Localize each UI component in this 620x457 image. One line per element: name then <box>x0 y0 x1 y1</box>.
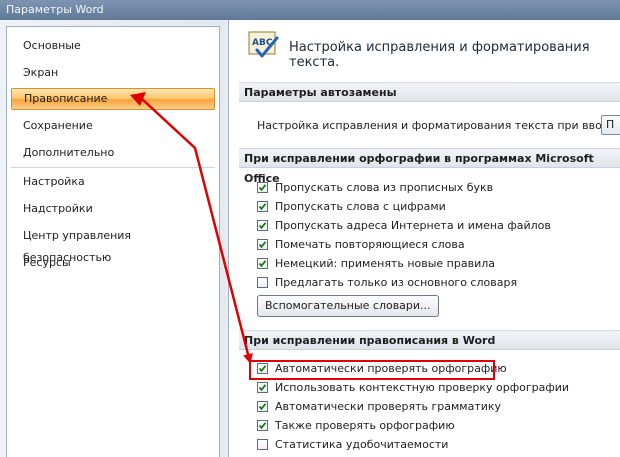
option-label: Статистика удобочитаемости <box>275 438 449 451</box>
checkbox[interactable] <box>257 201 268 212</box>
checkmark-icon <box>258 384 267 392</box>
option-label: Пропускать слова из прописных букв <box>275 181 494 194</box>
sidebar-item-trust-center[interactable]: Центр управления безопасностью <box>11 225 215 264</box>
checkbox[interactable] <box>257 277 268 288</box>
sidebar-separator <box>11 167 215 168</box>
option-label: Пропускать адреса Интернета и имена файл… <box>275 219 551 232</box>
checkmark-icon <box>258 422 267 430</box>
section-autocorrect: Параметры автозамены <box>239 82 620 102</box>
section-word-spelling: При исправлении правописания в Word <box>239 330 620 350</box>
abc-spellcheck-icon: ABC <box>247 30 281 60</box>
checkbox[interactable] <box>257 258 268 269</box>
left-pane: Основные Экран Правописание Сохранение Д… <box>0 20 226 457</box>
checkbox[interactable] <box>257 363 268 374</box>
custom-dictionaries-button[interactable]: Вспомогательные словари... <box>257 295 439 317</box>
option-label: Пропускать слова с цифрами <box>275 200 446 213</box>
option-label: Использовать контекстную проверку орфогр… <box>275 381 570 394</box>
option-label: Помечать повторяющиеся слова <box>275 238 465 251</box>
option-label: Немецкий: применять новые правила <box>275 257 495 270</box>
checkmark-icon <box>258 241 267 249</box>
sidebar-item-pravopisanie[interactable]: Правописание <box>11 88 215 110</box>
checkbox[interactable] <box>257 401 268 412</box>
option-label: Предлагать только из основного словаря <box>275 276 518 289</box>
autocorrect-label: Настройка исправления и форматирования т… <box>257 119 620 132</box>
option-label: Также проверять орфографию <box>275 419 455 432</box>
option-label: Автоматически проверять орфографию <box>275 362 507 375</box>
option-label: Автоматически проверять грамматику <box>275 400 502 413</box>
page-title: Настройка исправления и форматирования т… <box>289 40 590 70</box>
checkbox[interactable] <box>257 420 268 431</box>
checkmark-icon <box>258 222 267 230</box>
checkbox[interactable] <box>257 382 268 393</box>
sidebar-item-nastroika[interactable]: Настройка <box>11 171 215 193</box>
sidebar-item-ekran[interactable]: Экран <box>11 62 215 84</box>
section-autocorrect-title: Параметры автозамены <box>244 86 397 99</box>
checkbox[interactable] <box>257 239 268 250</box>
sidebar-item-osnovnye[interactable]: Основные <box>11 35 215 57</box>
checkbox[interactable] <box>257 182 268 193</box>
section-office-spelling: При исправлении орфографии в программах … <box>239 148 620 185</box>
checkmark-icon <box>258 260 267 268</box>
checkmark-icon <box>258 203 267 211</box>
checkbox[interactable] <box>257 439 268 450</box>
sidebar-item-sokhranenie[interactable]: Сохранение <box>11 115 215 137</box>
checkmark-icon <box>258 365 267 373</box>
autocorrect-options-button[interactable]: П <box>601 115 620 135</box>
section-word-spelling-title: При исправлении правописания в Word <box>244 334 496 347</box>
main-panel: ABC Настройка исправления и форматирован… <box>228 20 620 457</box>
sidebar: Основные Экран Правописание Сохранение Д… <box>6 26 220 457</box>
sidebar-item-dopolnitelno[interactable]: Дополнительно <box>11 142 215 164</box>
checkbox[interactable] <box>257 220 268 231</box>
window-title-bar: Параметры Word <box>0 0 620 20</box>
checkmark-icon <box>258 184 267 192</box>
sidebar-item-nadstroiki[interactable]: Надстройки <box>11 198 215 220</box>
checkmark-icon <box>258 403 267 411</box>
window-title: Параметры Word <box>6 3 104 16</box>
sidebar-item-resursy[interactable]: Ресурсы <box>11 252 215 274</box>
